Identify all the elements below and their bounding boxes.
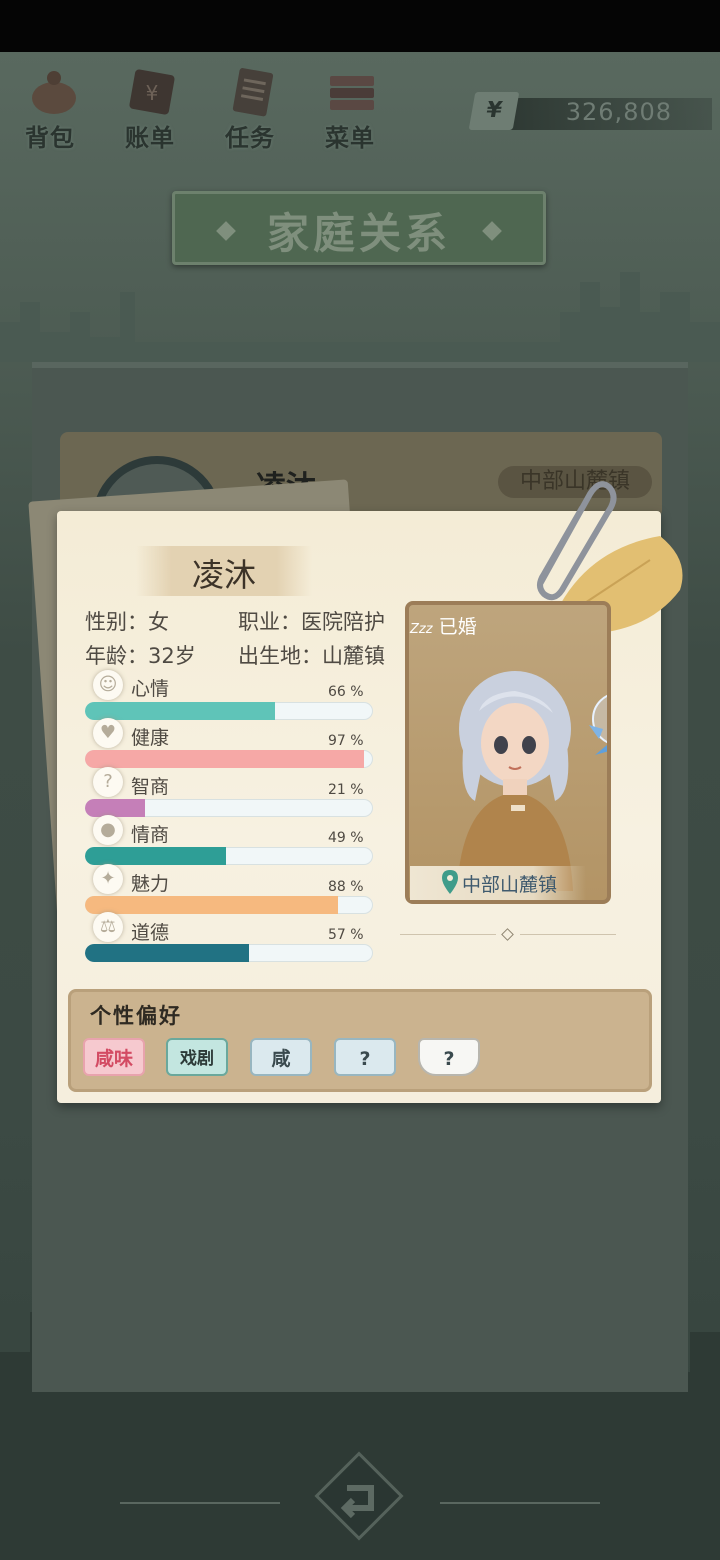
stat-health-label: 健康 xyxy=(131,727,170,749)
stat-charm-label: 魅力 xyxy=(131,873,170,895)
yen-icon: ¥ xyxy=(468,92,520,130)
stat-morality-label: 道德 xyxy=(131,922,170,944)
preferences-title: 个性偏好 xyxy=(90,1004,182,1028)
task-icon xyxy=(232,68,274,117)
stat-eq-bar xyxy=(85,847,373,865)
marital-status: Zzz 已婚 xyxy=(410,612,477,639)
stat-eq-label: 情商 xyxy=(131,824,170,846)
location-text: 中部山麓镇 xyxy=(462,874,558,896)
nav-bill-button[interactable]: ¥ 账单 xyxy=(104,60,196,156)
nav-menu-button[interactable]: 菜单 xyxy=(304,60,396,156)
stat-morality-bar xyxy=(85,944,373,962)
stat-iq-bar xyxy=(85,799,373,817)
city-skyline-top xyxy=(0,272,720,362)
nav-bag-button[interactable]: 背包 xyxy=(4,60,96,156)
divider-right xyxy=(520,934,616,935)
stat-health-bar xyxy=(85,750,373,768)
gender-info: 性别：女 xyxy=(85,610,169,634)
stat-eq-percent: 49 % xyxy=(328,830,364,846)
stat-health-fill xyxy=(85,750,365,768)
marital-status-text: 已婚 xyxy=(438,616,477,638)
birthplace-info: 出生地：山麓镇 xyxy=(238,644,385,668)
menu-icon xyxy=(330,76,374,110)
bag-icon xyxy=(32,71,76,114)
stat-health-percent: 97 % xyxy=(328,733,364,749)
stat-mood-percent: 66 % xyxy=(328,684,364,700)
job-info: 职业：医院陪护 xyxy=(238,610,385,634)
nav-bill-label: 账单 xyxy=(125,124,175,152)
smile-icon: ☺ xyxy=(93,670,123,700)
butterfly-bubble-icon xyxy=(589,694,607,755)
currency-value: 326,808 xyxy=(565,98,672,126)
sparkle-icon: ✦ xyxy=(93,864,123,894)
location-pin-icon xyxy=(442,870,458,894)
bill-icon: ¥ xyxy=(129,69,175,115)
stat-morality-percent: 57 % xyxy=(328,927,364,943)
pref-tag-unknown-2[interactable]: ? xyxy=(418,1038,480,1076)
age-info: 年龄：32岁 xyxy=(85,644,196,668)
stat-eq-fill xyxy=(85,847,227,865)
stat-charm-fill xyxy=(85,896,339,914)
page-title-plaque: 家庭关系 xyxy=(172,191,546,265)
character-name: 凌沐 xyxy=(191,556,256,594)
stat-mood-bar xyxy=(85,702,373,720)
heart-icon: ♥ xyxy=(93,718,123,748)
stat-iq-label: 智商 xyxy=(131,776,170,798)
nav-menu-label: 菜单 xyxy=(325,124,375,152)
svg-text:¥: ¥ xyxy=(146,81,159,105)
stat-mood-label: 心情 xyxy=(131,678,170,700)
sleep-icon: Zzz xyxy=(410,622,433,637)
stat-morality-fill xyxy=(85,944,250,962)
back-button[interactable] xyxy=(309,1446,409,1546)
character-portrait[interactable] xyxy=(405,601,611,904)
pref-tag-food-salty[interactable]: 咸 xyxy=(250,1038,312,1076)
stat-mood-fill xyxy=(85,702,276,720)
bottom-deco-right xyxy=(440,1502,600,1504)
lightbulb-icon: ? xyxy=(93,767,123,797)
apple-icon: ● xyxy=(93,815,123,845)
pref-tag-salty[interactable]: 咸味 xyxy=(83,1038,145,1076)
stat-iq-percent: 21 % xyxy=(328,782,364,798)
currency-display[interactable]: ¥ 326,808 xyxy=(462,92,712,134)
stat-iq-fill xyxy=(85,799,146,817)
status-bar xyxy=(0,0,720,52)
nav-bag-label: 背包 xyxy=(25,124,75,152)
stat-charm-percent: 88 % xyxy=(328,879,364,895)
stat-charm-bar xyxy=(85,896,373,914)
nav-task-label: 任务 xyxy=(225,124,275,152)
pref-tag-unknown-1[interactable]: ? xyxy=(334,1038,396,1076)
nav-task-button[interactable]: 任务 xyxy=(204,60,296,156)
divider-left xyxy=(400,934,496,935)
scales-icon: ⚖ xyxy=(93,912,123,942)
bottom-deco-left xyxy=(120,1502,280,1504)
pref-tag-drama[interactable]: 戏剧 xyxy=(166,1038,228,1076)
